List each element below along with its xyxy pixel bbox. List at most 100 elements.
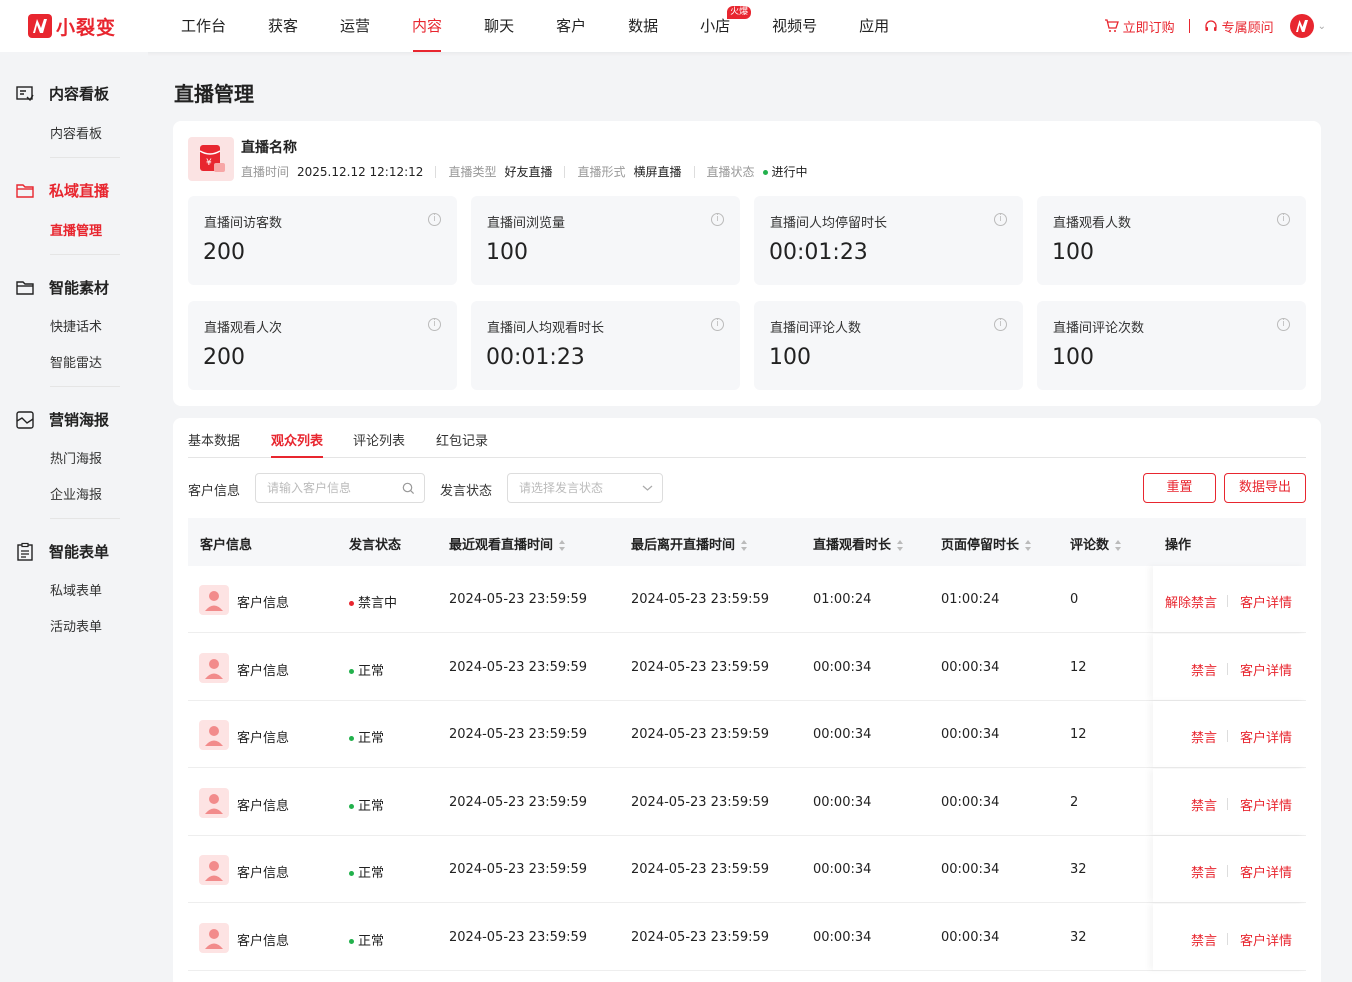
stat-value: 100 <box>769 345 811 370</box>
live-form-label: 直播形式 <box>577 165 626 179</box>
tab-comment-list[interactable]: 评论列表 <box>353 430 405 449</box>
nav-item-customers[interactable]: 客户 <box>535 0 607 52</box>
unmute-button[interactable]: 解除禁言 <box>1165 592 1217 611</box>
sort-icon[interactable] <box>741 540 748 551</box>
last-leave-time: 2024-05-23 23:59:59 <box>631 794 770 810</box>
customer-detail-link[interactable]: 客户详情 <box>1240 930 1292 949</box>
customer-detail-link[interactable]: 客户详情 <box>1240 660 1292 679</box>
nav-item-channels[interactable]: 视频号 <box>751 0 838 52</box>
info-icon[interactable]: i <box>711 318 724 331</box>
nav-item-apps[interactable]: 应用 <box>838 0 910 52</box>
nav-item-content[interactable]: 内容 <box>391 0 463 52</box>
mute-button[interactable]: 禁言 <box>1191 727 1217 746</box>
tab-red-packet-records[interactable]: 红包记录 <box>436 430 488 449</box>
sidebar-group-content-board[interactable]: 内容看板 <box>15 83 109 104</box>
sidebar-item-enterprise-posters[interactable]: 企业海报 <box>50 484 102 503</box>
info-icon[interactable]: i <box>428 213 441 226</box>
brand-logo-icon <box>28 14 52 38</box>
mute-button[interactable]: 禁言 <box>1191 795 1217 814</box>
headset-icon <box>1204 20 1217 31</box>
col-watch-duration[interactable]: 直播观看时长 <box>813 534 904 553</box>
nav-item-shop[interactable]: 小店 火爆 <box>679 0 752 52</box>
actions-cell: 禁言 客户详情 <box>1153 836 1306 902</box>
export-button[interactable]: 数据导出 <box>1224 473 1306 503</box>
mute-button[interactable]: 禁言 <box>1191 660 1217 679</box>
nav-item-acquire[interactable]: 获客 <box>247 0 319 52</box>
sort-icon[interactable] <box>1025 540 1032 551</box>
customer-detail-link[interactable]: 客户详情 <box>1240 592 1292 611</box>
sidebar-item-hot-posters[interactable]: 热门海报 <box>50 448 102 467</box>
live-cover: ¥ <box>188 137 234 181</box>
speech-status-select[interactable]: 请选择发言状态 <box>507 473 663 503</box>
reset-button[interactable]: 重置 <box>1143 473 1216 503</box>
user-avatar[interactable] <box>1289 14 1314 38</box>
watch-duration: 00:00:34 <box>813 794 872 810</box>
col-last-leave[interactable]: 最后离开直播时间 <box>631 534 748 553</box>
poster-icon <box>16 410 34 429</box>
actions-cell: 禁言 客户详情 <box>1153 769 1306 835</box>
info-icon[interactable]: i <box>711 213 724 226</box>
nav-item-operations[interactable]: 运营 <box>319 0 391 52</box>
brand-logo[interactable]: 小裂变 <box>28 13 116 39</box>
customer-name: 客户信息 <box>237 866 290 881</box>
top-navbar: 小裂变 工作台 获客 运营 内容 聊天 客户 数据 小店 火爆 视频号 应用 立即… <box>0 0 1352 52</box>
last-leave-time: 2024-05-23 23:59:59 <box>631 592 770 607</box>
live-name: 直播名称 <box>241 140 297 156</box>
info-icon[interactable]: i <box>1277 213 1290 226</box>
nav-item-data[interactable]: 数据 <box>607 0 679 52</box>
table-row: 客户信息 正常 2024-05-23 23:59:59 2024-05-23 23:5… <box>188 701 1306 768</box>
table-row: 客户信息 禁言中 2024-05-23 23:59:59 2024-05-23 23:… <box>188 566 1306 633</box>
status-dot <box>349 871 354 876</box>
col-last-watch[interactable]: 最近观看直播时间 <box>449 534 566 553</box>
sidebar-group-private-live[interactable]: 私域直播 <box>15 180 109 201</box>
sidebar-item-activity-form[interactable]: 活动表单 <box>50 616 102 635</box>
customer-search-input[interactable]: 请输入客户信息 <box>255 473 425 503</box>
sort-icon[interactable] <box>559 540 566 551</box>
tab-basic-data[interactable]: 基本数据 <box>188 430 240 449</box>
customer-name: 客户信息 <box>237 731 290 746</box>
sidebar-item-content-board[interactable]: 内容看板 <box>50 123 102 142</box>
info-icon[interactable]: i <box>428 318 441 331</box>
sidebar-item-private-form[interactable]: 私域表单 <box>50 580 102 599</box>
stay-duration: 00:00:34 <box>941 794 1000 810</box>
live-type-label: 直播类型 <box>448 165 497 179</box>
last-watch-time: 2024-05-23 23:59:59 <box>449 727 588 742</box>
sidebar-group-smart-form[interactable]: 智能表单 <box>15 541 109 562</box>
customer-name: 客户信息 <box>237 663 290 679</box>
sort-icon[interactable] <box>897 540 904 551</box>
info-icon[interactable]: i <box>994 213 1007 226</box>
customer-detail-link[interactable]: 客户详情 <box>1240 862 1292 881</box>
sidebar-group-marketing-poster[interactable]: 营销海报 <box>15 409 109 430</box>
table-row: 客户信息 正常 2024-05-23 23:59:59 2024-05-23 23:5… <box>188 836 1306 903</box>
sidebar-item-live-management[interactable]: 直播管理 <box>50 220 102 239</box>
live-status: 进行中 <box>762 163 808 180</box>
customer-detail-link[interactable]: 客户详情 <box>1240 727 1292 746</box>
sidebar-item-quick-scripts[interactable]: 快捷话术 <box>50 316 102 335</box>
col-stay-duration[interactable]: 页面停留时长 <box>941 534 1032 553</box>
comment-count: 2 <box>1070 794 1079 810</box>
info-icon[interactable]: i <box>1277 318 1290 331</box>
col-comments[interactable]: 评论数 <box>1070 534 1122 553</box>
advisor-link[interactable]: 专属顾问 <box>1204 17 1274 36</box>
sort-icon[interactable] <box>1115 540 1122 551</box>
sidebar-item-smart-radar[interactable]: 智能雷达 <box>50 352 102 371</box>
chevron-down-icon[interactable]: ⌄ <box>1318 21 1326 32</box>
stay-duration: 00:00:34 <box>941 659 1000 675</box>
mute-button[interactable]: 禁言 <box>1191 862 1217 881</box>
avatar <box>199 652 229 683</box>
speech-status: 正常 <box>349 727 384 746</box>
order-now-link[interactable]: 立即订购 <box>1104 17 1175 36</box>
mute-button[interactable]: 禁言 <box>1191 930 1217 949</box>
customer-detail-link[interactable]: 客户详情 <box>1240 795 1292 814</box>
nav-item-workbench[interactable]: 工作台 <box>160 0 247 52</box>
hot-badge: 火爆 <box>727 6 752 19</box>
watch-duration: 00:00:34 <box>813 929 872 945</box>
col-actions: 操作 <box>1165 538 1192 553</box>
tab-audience-list[interactable]: 观众列表 <box>271 430 324 458</box>
info-icon[interactable]: i <box>994 318 1007 331</box>
nav-item-chat[interactable]: 聊天 <box>463 0 535 52</box>
folder-icon <box>16 183 34 198</box>
speech-status: 正常 <box>349 930 384 949</box>
top-right-actions: 立即订购 专属顾问 ⌄ <box>1104 0 1326 52</box>
sidebar-group-smart-material[interactable]: 智能素材 <box>15 277 109 298</box>
